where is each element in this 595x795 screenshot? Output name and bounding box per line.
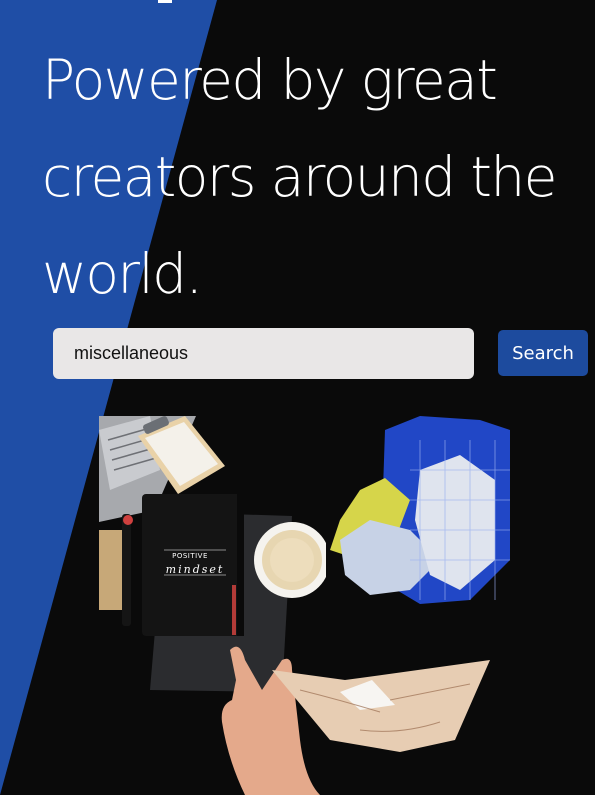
- top-accent-dash: [158, 0, 172, 3]
- notebook-script-text: mindset: [165, 563, 225, 576]
- search-button[interactable]: Search: [498, 330, 588, 376]
- search-input[interactable]: [53, 328, 474, 379]
- notebook-title-text: POSITIVE: [172, 552, 208, 560]
- hero-title: Powered by great creators around the wor…: [42, 48, 557, 306]
